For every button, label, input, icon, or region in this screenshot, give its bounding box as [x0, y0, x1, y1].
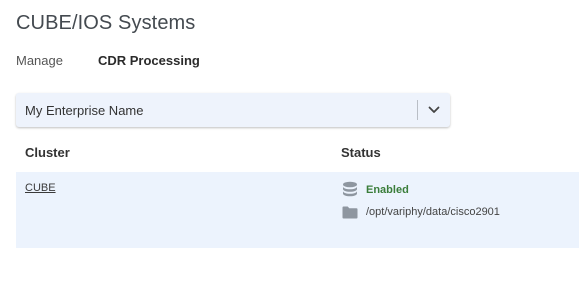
- status-path: /opt/variphy/data/cisco2901: [341, 203, 500, 221]
- database-icon: [341, 181, 359, 199]
- enterprise-select-value: My Enterprise Name: [25, 102, 144, 118]
- nav-tab-cdr-processing[interactable]: CDR Processing: [98, 53, 200, 68]
- chevron-down-icon[interactable]: [418, 93, 450, 127]
- status-text: Enabled: [366, 184, 409, 196]
- cluster-link[interactable]: CUBE: [25, 182, 56, 194]
- status-enabled: Enabled: [341, 181, 409, 199]
- nav-tab-manage[interactable]: Manage: [16, 53, 63, 68]
- column-header-status[interactable]: Status: [341, 145, 381, 160]
- table-row: CUBE Enabled /opt/variphy/data/cisco2901: [16, 172, 579, 248]
- data-path: /opt/variphy/data/cisco2901: [366, 206, 500, 218]
- folder-icon: [341, 203, 359, 221]
- page-title: CUBE/IOS Systems: [16, 12, 196, 34]
- table-header: Cluster Status: [16, 145, 579, 163]
- nav-tabs: Manage CDR Processing: [16, 53, 200, 68]
- enterprise-select[interactable]: My Enterprise Name: [16, 93, 450, 127]
- page: CUBE/IOS Systems Manage CDR Processing M…: [0, 0, 579, 284]
- column-header-cluster[interactable]: Cluster: [25, 145, 70, 160]
